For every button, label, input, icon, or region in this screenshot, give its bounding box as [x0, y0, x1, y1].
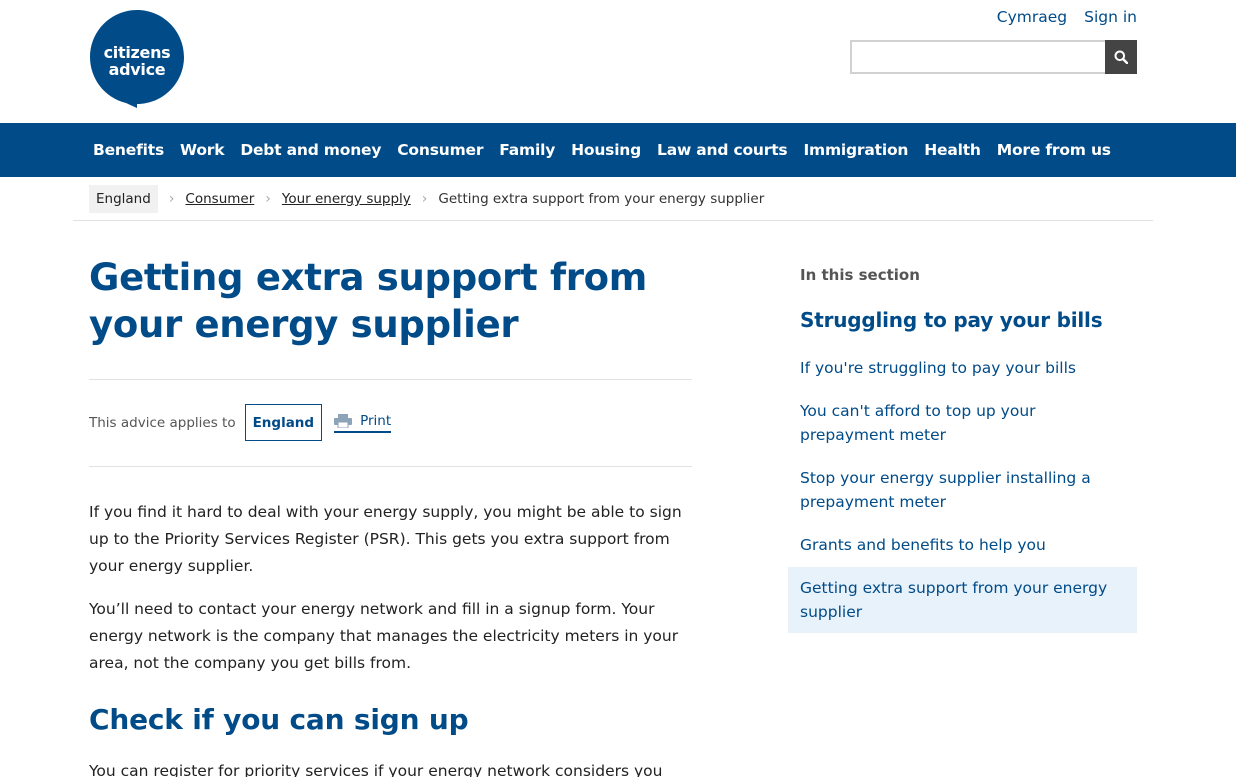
nav-item-immigration[interactable]: Immigration	[803, 141, 908, 159]
sidebar-item-stop-prepayment-meter[interactable]: Stop your energy supplier installing a p…	[788, 466, 1137, 514]
sign-in-link[interactable]: Sign in	[1084, 8, 1137, 26]
search-bar	[850, 40, 1137, 74]
breadcrumb-home[interactable]: England	[89, 185, 158, 213]
chevron-right-icon: ›	[265, 191, 271, 207]
logo-line-1: citizens	[103, 43, 171, 62]
print-button[interactable]: Print	[334, 412, 392, 433]
main-navigation: Benefits Work Debt and money Consumer Fa…	[0, 123, 1236, 177]
printer-icon	[334, 413, 353, 428]
breadcrumb-your-energy-supply[interactable]: Your energy supply	[282, 191, 411, 207]
print-label: Print	[360, 412, 392, 429]
page-title: Getting extra support from your energy s…	[89, 256, 648, 346]
nation-selector[interactable]: England	[244, 404, 323, 441]
sidebar-item-grants-and-benefits[interactable]: Grants and benefits to help you	[788, 533, 1137, 557]
nav-item-family[interactable]: Family	[499, 141, 555, 159]
sidebar-item-cant-afford-top-up[interactable]: You can't afford to top up your prepayme…	[788, 399, 1137, 447]
nav-item-benefits[interactable]: Benefits	[93, 141, 164, 159]
title-divider	[89, 379, 692, 380]
paragraph-intro: If you find it hard to deal with your en…	[89, 503, 682, 575]
applies-divider	[89, 466, 692, 467]
citizens-advice-logo[interactable]: citizens advice	[90, 10, 184, 108]
logo-line-2: advice	[108, 60, 166, 79]
nav-item-work[interactable]: Work	[180, 141, 225, 159]
sidebar-item-extra-support-active[interactable]: Getting extra support from your energy s…	[788, 567, 1137, 633]
sidebar-item-struggling-to-pay[interactable]: If you're struggling to pay your bills	[788, 356, 1137, 380]
chevron-right-icon: ›	[168, 191, 175, 207]
top-links: Cymraeg Sign in	[997, 8, 1137, 26]
chevron-right-icon: ›	[421, 191, 428, 207]
nav-list: Benefits Work Debt and money Consumer Fa…	[93, 123, 1127, 177]
breadcrumb-consumer[interactable]: Consumer	[185, 191, 254, 207]
nav-item-health[interactable]: Health	[924, 141, 981, 159]
breadcrumb-current: Getting extra support from your energy s…	[438, 191, 765, 207]
section-heading-check-eligibility: Check if you can sign up	[89, 703, 469, 736]
search-input[interactable]	[850, 40, 1105, 74]
nav-item-more-from-us[interactable]: More from us	[997, 141, 1111, 159]
nav-item-law-and-courts[interactable]: Law and courts	[657, 141, 788, 159]
paragraph-register: You can register for priority services i…	[89, 762, 663, 777]
nav-item-consumer[interactable]: Consumer	[397, 141, 483, 159]
applies-to-label: This advice applies to	[89, 414, 236, 431]
sidebar-label: In this section	[800, 266, 920, 284]
logo-text: citizens advice	[90, 44, 184, 78]
search-button[interactable]	[1105, 40, 1137, 74]
nav-item-debt-and-money[interactable]: Debt and money	[240, 141, 381, 159]
site-header: citizens advice Cymraeg Sign in	[0, 0, 1236, 123]
breadcrumb-divider	[73, 220, 1153, 221]
applies-to-bar: This advice applies to England Print	[89, 404, 392, 441]
breadcrumb: England › Consumer › Your energy supply …	[89, 184, 764, 214]
cymraeg-link[interactable]: Cymraeg	[997, 8, 1067, 26]
search-icon	[1114, 50, 1128, 64]
sidebar-heading[interactable]: Struggling to pay your bills	[800, 308, 1103, 332]
nav-item-housing[interactable]: Housing	[571, 141, 641, 159]
paragraph-energy-network: You’ll need to contact your energy netwo…	[89, 600, 679, 672]
